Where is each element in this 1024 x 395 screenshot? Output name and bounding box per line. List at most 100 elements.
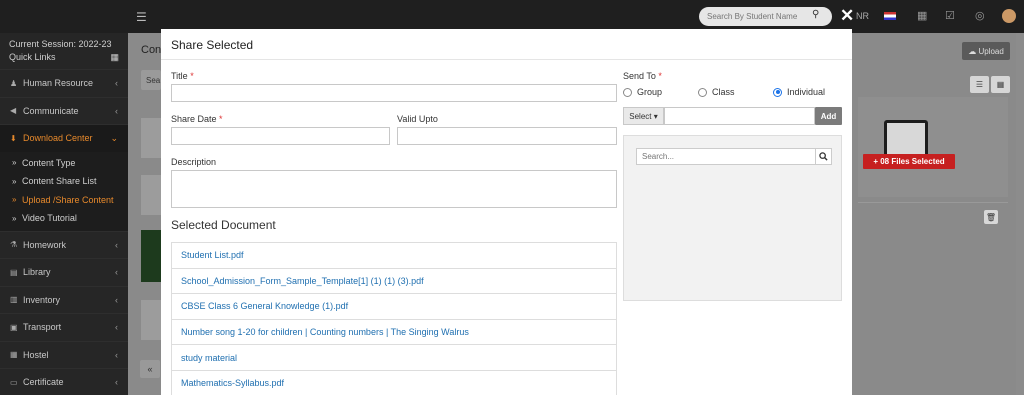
submenu-video-tutorial[interactable]: » Video Tutorial xyxy=(0,209,128,228)
pager-prev[interactable]: « xyxy=(140,360,160,378)
calendar-icon[interactable]: ▦ xyxy=(917,9,927,22)
sidebar-item-label: Inventory xyxy=(23,294,61,305)
radio-label: Class xyxy=(712,87,735,97)
document-link[interactable]: Student List.pdf xyxy=(172,243,616,269)
radio-button[interactable] xyxy=(623,87,632,97)
current-session: Current Session: 2022-23 xyxy=(9,39,112,49)
page-scrollbar[interactable] xyxy=(1016,33,1024,395)
download-center-submenu: » Content Type » Content Share List » Uploa… xyxy=(0,151,128,231)
document-link[interactable]: CBSE Class 6 General Knowledge (1).pdf xyxy=(172,294,616,320)
chevron-left-icon: ‹ xyxy=(115,78,118,89)
recipient-input[interactable] xyxy=(664,107,815,125)
sidebar-item-communicate[interactable]: ◀ Communicate ‹ xyxy=(0,96,128,125)
search-icon[interactable]: ⚲ xyxy=(812,9,819,20)
content-title-stub: Con xyxy=(141,44,162,56)
megaphone-icon: ◀ xyxy=(10,106,17,116)
required-mark: * xyxy=(658,71,662,81)
checklist-icon[interactable]: ☑ xyxy=(945,9,955,22)
upload-button[interactable]: ☁ Upload xyxy=(962,42,1010,60)
document-link[interactable]: Mathematics-Syllabus.pdf xyxy=(172,371,616,395)
sidebar: Current Session: 2022-23 Quick Links ▦ ♟… xyxy=(0,33,128,395)
share-date-label-text: Share Date xyxy=(171,114,217,124)
chevron-left-icon: ‹ xyxy=(115,349,118,360)
document-link[interactable]: Number song 1-20 for children | Counting… xyxy=(172,320,616,346)
description-label: Description xyxy=(171,157,217,167)
content-card[interactable] xyxy=(141,300,163,340)
radio-individual[interactable]: Individual xyxy=(773,87,825,97)
title-input[interactable] xyxy=(171,84,617,102)
sidebar-item-label: Certificate xyxy=(23,377,64,388)
radio-button[interactable] xyxy=(698,87,707,97)
sidebar-item-label: Communicate xyxy=(23,105,79,116)
currency-label[interactable]: NR xyxy=(856,11,869,21)
sidebar-item-certificate[interactable]: ▭ Certificate ‹ xyxy=(0,368,128,395)
document-link[interactable]: School_Admission_Form_Sample_Template[1]… xyxy=(172,269,616,295)
grid-view-button[interactable]: ▦ xyxy=(991,76,1010,93)
search-icon[interactable] xyxy=(815,148,832,165)
bus-icon: ▣ xyxy=(10,322,18,332)
list-view-button[interactable]: ☰ xyxy=(970,76,989,93)
title-label: Title * xyxy=(171,71,194,81)
description-textarea[interactable] xyxy=(171,170,617,208)
trash-icon[interactable]: 🗑 xyxy=(984,210,998,224)
chevron-left-icon: ‹ xyxy=(115,294,118,305)
sidebar-item-label: Library xyxy=(23,267,51,278)
document-link[interactable]: study material xyxy=(172,345,616,371)
submenu-upload-share-content[interactable]: » Upload /Share Content xyxy=(0,191,128,210)
sidebar-item-library[interactable]: ▤ Library ‹ xyxy=(0,258,128,286)
sidebar-item-human-resource[interactable]: ♟ Human Resource ‹ xyxy=(0,69,128,97)
submenu-content-type[interactable]: » Content Type xyxy=(0,154,128,173)
radio-group[interactable]: Group xyxy=(623,87,662,97)
add-button[interactable]: Add xyxy=(815,107,842,125)
user-avatar[interactable] xyxy=(1002,9,1016,23)
submenu-content-share-list[interactable]: » Content Share List xyxy=(0,172,128,191)
submenu-label: Video Tutorial xyxy=(22,213,77,224)
recipient-panel xyxy=(623,135,842,301)
selected-files-card xyxy=(858,97,1008,197)
sidebar-item-transport[interactable]: ▣ Transport ‹ xyxy=(0,313,128,341)
whatsapp-icon[interactable]: ◎ xyxy=(975,9,985,22)
upload-label: Upload xyxy=(978,46,1004,56)
files-selected-badge[interactable]: + 08 Files Selected xyxy=(863,154,955,169)
panel-search-input[interactable] xyxy=(636,148,816,165)
flask-icon: ⚗ xyxy=(10,240,18,250)
chevron-left-icon: ‹ xyxy=(115,377,118,388)
quick-links-label: Quick Links xyxy=(9,52,56,62)
building-icon: ▦ xyxy=(10,350,18,360)
sidebar-item-download-center[interactable]: ⬇ Download Center ⌄ xyxy=(0,124,128,152)
send-to-label: Send To * xyxy=(623,71,662,81)
hamburger-icon[interactable]: ☰ xyxy=(136,10,147,24)
title-label-text: Title xyxy=(171,71,188,81)
chevron-right-icon: » xyxy=(12,213,17,223)
chevron-down-icon: ⌄ xyxy=(110,132,118,143)
users-icon: ♟ xyxy=(10,78,18,88)
modal-close-button[interactable]: ✕ xyxy=(840,7,854,24)
submenu-label: Content Share List xyxy=(22,176,97,187)
modal-title: Share Selected xyxy=(161,29,852,60)
content-thumbnail[interactable] xyxy=(141,230,163,282)
sidebar-item-label: Download Center xyxy=(23,133,93,144)
share-date-input[interactable] xyxy=(171,127,390,145)
radio-class[interactable]: Class xyxy=(698,87,735,97)
radio-label: Group xyxy=(637,87,663,97)
quick-links[interactable]: Quick Links ▦ xyxy=(0,49,128,63)
required-mark: * xyxy=(219,114,223,124)
select-dropdown[interactable]: Select ▾ xyxy=(623,107,664,125)
content-card[interactable] xyxy=(141,118,163,158)
sidebar-item-homework[interactable]: ⚗ Homework ‹ xyxy=(0,230,128,259)
sidebar-item-hostel[interactable]: ▦ Hostel ‹ xyxy=(0,340,128,369)
chevron-left-icon: ‹ xyxy=(115,105,118,116)
sidebar-item-label: Homework xyxy=(23,239,67,250)
grid-icon[interactable]: ▦ xyxy=(110,52,119,63)
selected-document-heading: Selected Document xyxy=(171,218,276,232)
content-card[interactable] xyxy=(141,175,163,215)
chevron-right-icon: » xyxy=(12,195,17,205)
sidebar-item-inventory[interactable]: ▥ Inventory ‹ xyxy=(0,285,128,314)
search-stub: Sea xyxy=(141,70,161,90)
inventory-icon: ▥ xyxy=(10,295,18,305)
sidebar-item-label: Transport xyxy=(23,322,62,333)
radio-button-selected[interactable] xyxy=(773,87,782,97)
flag-icon[interactable] xyxy=(884,12,896,20)
valid-upto-input[interactable] xyxy=(397,127,617,145)
chevron-right-icon: » xyxy=(12,176,17,186)
